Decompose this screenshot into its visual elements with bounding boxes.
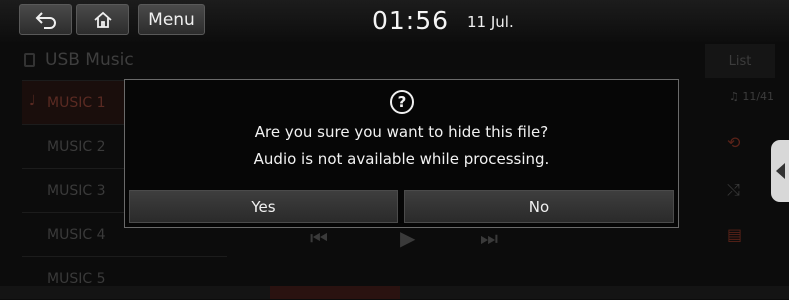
track-counter: ♫ 11/41: [729, 90, 775, 103]
yes-button[interactable]: Yes: [129, 190, 398, 223]
shuffle-icon[interactable]: ⤭: [727, 180, 740, 200]
status-bar: Menu 01:56 11 Jul.: [0, 0, 789, 42]
now-playing-icon: ♩: [29, 93, 36, 109]
chevron-left-icon: [775, 163, 785, 179]
question-icon: ?: [390, 90, 414, 114]
home-icon: [93, 11, 112, 28]
home-button[interactable]: [76, 4, 129, 35]
previous-track-icon[interactable]: ⏮: [310, 226, 328, 250]
source-title: USB Music: [45, 50, 134, 70]
back-button[interactable]: [19, 4, 72, 35]
next-track-icon[interactable]: ⏭: [480, 226, 498, 250]
back-arrow-icon: [35, 11, 56, 29]
list-button[interactable]: List: [705, 44, 775, 78]
no-button[interactable]: No: [404, 190, 674, 223]
repeat-icon[interactable]: ⟲: [727, 133, 740, 152]
hide-file-icon[interactable]: ▤: [727, 225, 742, 244]
dialog-message: Are you sure you want to hide this file?: [254, 123, 549, 141]
hide-file-dialog: ? Are you sure you want to hide this fil…: [124, 79, 679, 228]
play-icon[interactable]: ▶: [400, 226, 415, 250]
progress-bar[interactable]: [0, 286, 789, 299]
menu-button[interactable]: Menu: [138, 4, 205, 35]
dialog-submessage: Audio is not available while processing.: [253, 150, 550, 168]
progress-fill: [270, 286, 400, 299]
clock: 01:56: [372, 6, 450, 35]
usb-icon: [24, 53, 35, 67]
date: 11 Jul.: [467, 13, 514, 31]
side-panel-tab[interactable]: [771, 140, 789, 202]
